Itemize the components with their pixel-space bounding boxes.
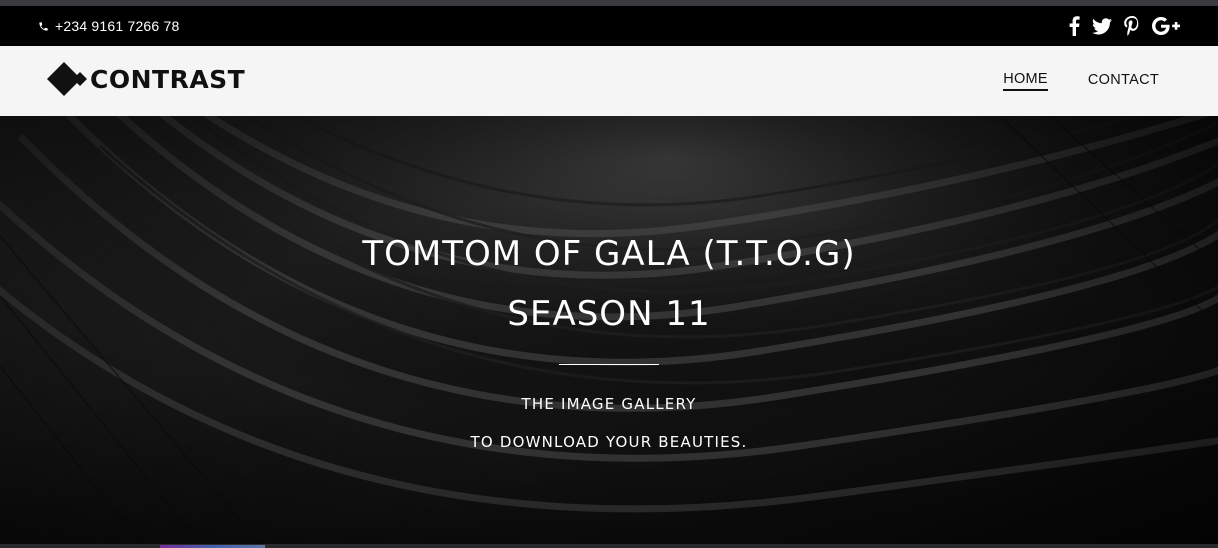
phone-icon bbox=[38, 21, 49, 32]
top-bar: +234 9161 7266 78 bbox=[0, 6, 1218, 46]
pinterest-icon[interactable] bbox=[1124, 6, 1140, 46]
nav-item-home[interactable]: HOME bbox=[1003, 71, 1048, 91]
diamond-logo-icon bbox=[47, 62, 87, 96]
phone-contact[interactable]: +234 9161 7266 78 bbox=[38, 6, 179, 46]
logo-text: CONTRAST bbox=[90, 64, 246, 94]
google-plus-icon[interactable] bbox=[1152, 6, 1180, 46]
bottom-edge bbox=[0, 544, 1218, 548]
hero-divider bbox=[559, 364, 659, 365]
nav-item-contact[interactable]: CONTACT bbox=[1088, 72, 1159, 90]
hero-title-line1: TOMTOM OF GALA (T.T.O.G) bbox=[362, 234, 856, 274]
social-links bbox=[1069, 6, 1180, 46]
hero-subtitle-line1: THE IMAGE GALLERY bbox=[521, 395, 697, 413]
hero-title-line2: SEASON 11 bbox=[507, 294, 711, 334]
hero-subtitle-line2: TO DOWNLOAD YOUR BEAUTIES. bbox=[470, 433, 748, 451]
hero-banner: TOMTOM OF GALA (T.T.O.G) SEASON 11 THE I… bbox=[0, 116, 1218, 544]
nav-menu: HOME CONTACT bbox=[1003, 46, 1159, 116]
site-logo[interactable]: CONTRAST bbox=[47, 61, 245, 97]
main-navbar: CONTRAST HOME CONTACT bbox=[0, 46, 1218, 116]
twitter-icon[interactable] bbox=[1092, 6, 1112, 46]
facebook-icon[interactable] bbox=[1069, 6, 1080, 46]
phone-number: +234 9161 7266 78 bbox=[55, 18, 180, 34]
hero-content: TOMTOM OF GALA (T.T.O.G) SEASON 11 THE I… bbox=[0, 116, 1218, 544]
